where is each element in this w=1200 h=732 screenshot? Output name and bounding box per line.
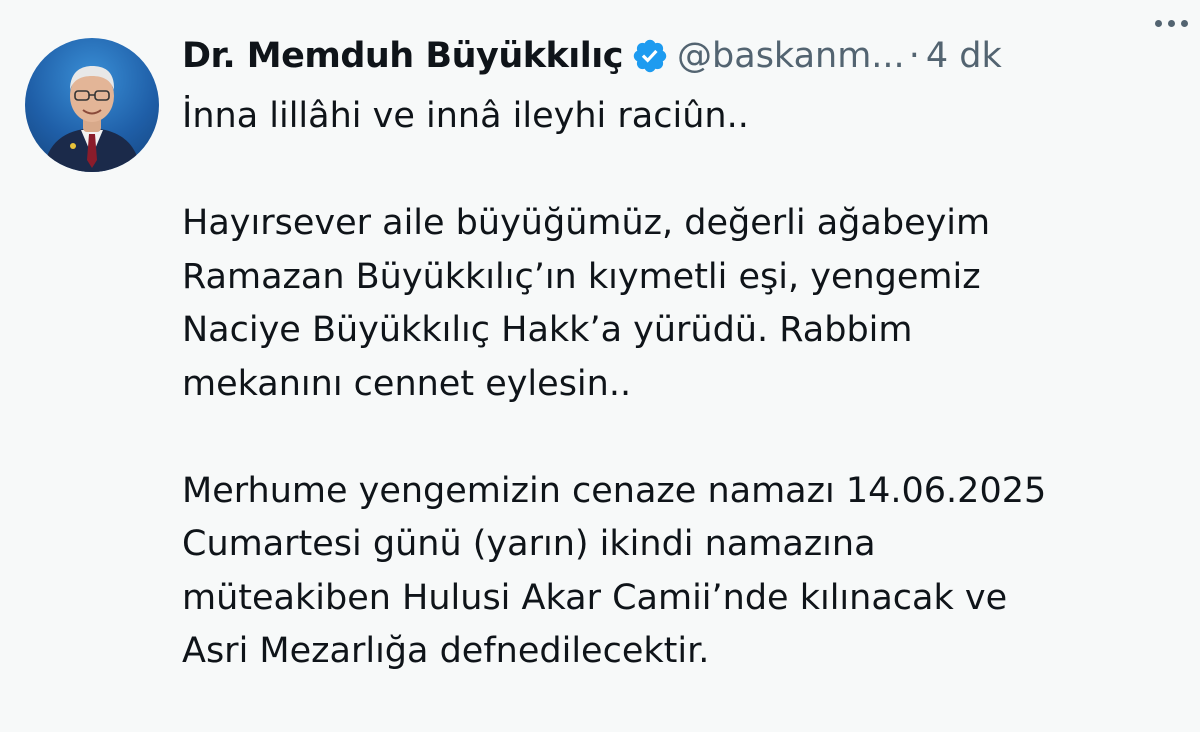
header-separator: · bbox=[908, 36, 920, 76]
text-line: mekanını cennet eylesin.. bbox=[182, 363, 632, 404]
text-line: Merhume yengemizin cenaze namazı 14.06.2… bbox=[182, 470, 1047, 511]
avatar-portrait-icon bbox=[43, 66, 141, 172]
author-handle[interactable]: @baskanm... bbox=[677, 36, 905, 76]
tweet-card[interactable]: Dr. Memduh Büyükkılıç @baskanm... · 4 dk… bbox=[0, 0, 1200, 732]
tweet-header: Dr. Memduh Büyükkılıç @baskanm... · 4 dk bbox=[182, 28, 1182, 84]
avatar[interactable] bbox=[25, 38, 159, 172]
text-line: Cumartesi günü (yarın) ikindi namazına bbox=[182, 524, 876, 564]
text-line: İnna lillâhi ve innâ ileyhi raciûn.. bbox=[182, 96, 749, 136]
author-name[interactable]: Dr. Memduh Büyükkılıç bbox=[182, 36, 624, 76]
tweet-content: Dr. Memduh Büyükkılıç @baskanm... · 4 dk… bbox=[182, 28, 1182, 679]
text-line: Ramazan Büyükkılıç’ın kıymetli eşi, yeng… bbox=[182, 256, 981, 297]
text-line: Hayırsever aile büyüğümüz, değerli ağabe… bbox=[182, 203, 991, 243]
text-line: Naciye Büyükkılıç Hakk’a yürüdü. Rabbim bbox=[182, 310, 913, 350]
text-line: Asri Mezarlığa defnedilecektir. bbox=[182, 631, 710, 671]
text-line: müteakiben Hulusi Akar Camii’nde kılınac… bbox=[182, 577, 1008, 618]
more-horizontal-icon[interactable] bbox=[1155, 20, 1188, 27]
tweet-text: İnna lillâhi ve innâ ileyhi raciûn.. Hay… bbox=[182, 90, 1182, 679]
verified-badge-icon[interactable] bbox=[631, 37, 669, 75]
tweet-timestamp[interactable]: 4 dk bbox=[926, 36, 1002, 76]
